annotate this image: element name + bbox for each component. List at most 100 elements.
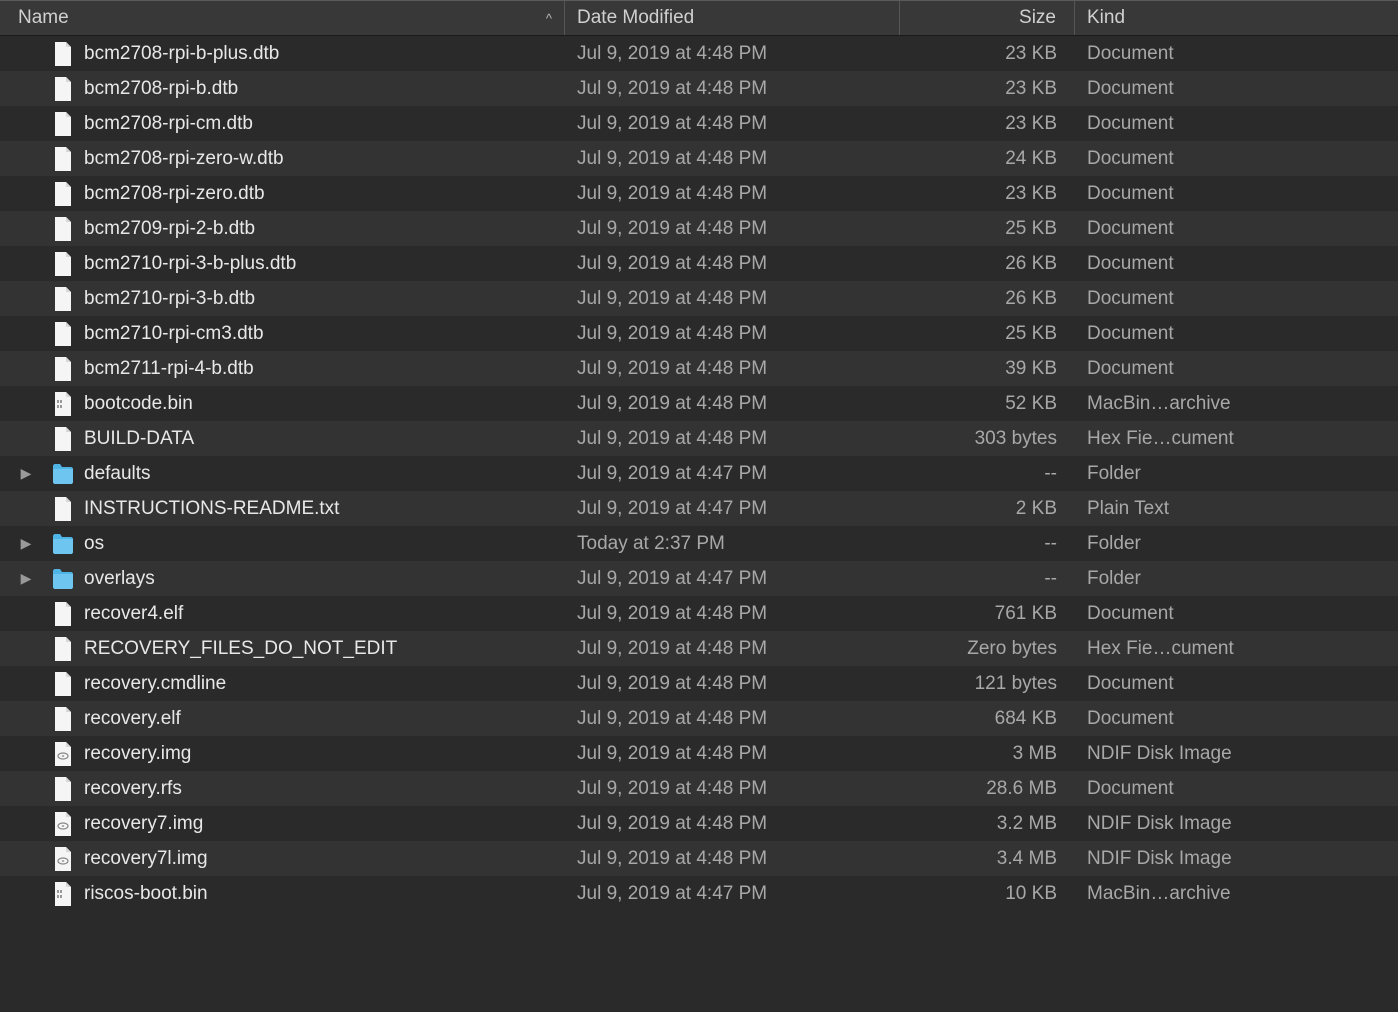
file-name-cell: recovery7.img (0, 806, 565, 841)
file-size-cell: 23 KB (900, 36, 1075, 71)
file-kind: Document (1087, 183, 1174, 205)
column-header-date[interactable]: Date Modified (565, 1, 900, 35)
file-kind-cell: MacBin…archive (1075, 386, 1398, 421)
column-header-size[interactable]: Size (900, 1, 1075, 35)
file-name-cell: INSTRUCTIONS-README.txt (0, 491, 565, 526)
file-row[interactable]: recovery.elfJul 9, 2019 at 4:48 PM684 KB… (0, 701, 1398, 736)
file-row[interactable]: bootcode.binJul 9, 2019 at 4:48 PM52 KBM… (0, 386, 1398, 421)
file-date-cell: Jul 9, 2019 at 4:48 PM (565, 211, 900, 246)
file-kind-cell: Document (1075, 141, 1398, 176)
file-date: Jul 9, 2019 at 4:48 PM (577, 813, 767, 835)
file-row[interactable]: bcm2708-rpi-cm.dtbJul 9, 2019 at 4:48 PM… (0, 106, 1398, 141)
file-kind: Document (1087, 113, 1174, 135)
file-icon (52, 496, 74, 522)
file-row[interactable]: recovery.rfsJul 9, 2019 at 4:48 PM28.6 M… (0, 771, 1398, 806)
file-name: bcm2710-rpi-3-b-plus.dtb (84, 253, 296, 275)
file-kind: Document (1087, 43, 1174, 65)
file-row[interactable]: ▶osToday at 2:37 PM--Folder (0, 526, 1398, 561)
file-row[interactable]: bcm2709-rpi-2-b.dtbJul 9, 2019 at 4:48 P… (0, 211, 1398, 246)
file-size: 25 KB (1005, 218, 1057, 240)
file-date-cell: Jul 9, 2019 at 4:48 PM (565, 281, 900, 316)
file-row[interactable]: riscos-boot.binJul 9, 2019 at 4:47 PM10 … (0, 876, 1398, 911)
file-row[interactable]: bcm2708-rpi-zero-w.dtbJul 9, 2019 at 4:4… (0, 141, 1398, 176)
column-header-label: Size (1019, 7, 1056, 29)
file-icon (52, 811, 74, 837)
file-row[interactable]: recover4.elfJul 9, 2019 at 4:48 PM761 KB… (0, 596, 1398, 631)
column-header-row: Name ^ Date Modified Size Kind (0, 0, 1398, 36)
file-date: Jul 9, 2019 at 4:48 PM (577, 393, 767, 415)
column-header-name[interactable]: Name ^ (0, 1, 565, 35)
file-row[interactable]: bcm2710-rpi-3-b-plus.dtbJul 9, 2019 at 4… (0, 246, 1398, 281)
file-icon (52, 251, 74, 277)
file-kind-cell: Plain Text (1075, 491, 1398, 526)
file-date-cell: Jul 9, 2019 at 4:47 PM (565, 561, 900, 596)
file-kind: MacBin…archive (1087, 883, 1231, 905)
disclosure-triangle-icon[interactable]: ▶ (12, 570, 40, 587)
file-kind: Document (1087, 358, 1174, 380)
disclosure-triangle-icon[interactable]: ▶ (12, 465, 40, 482)
file-size-cell: 23 KB (900, 176, 1075, 211)
file-size-cell: 26 KB (900, 246, 1075, 281)
file-icon (52, 706, 74, 732)
file-kind: Folder (1087, 533, 1141, 555)
file-size-cell: 25 KB (900, 316, 1075, 351)
file-kind-cell: Document (1075, 666, 1398, 701)
file-icon (52, 356, 74, 382)
file-date-cell: Jul 9, 2019 at 4:48 PM (565, 106, 900, 141)
file-row[interactable]: recovery7.img Jul 9, 2019 at 4:48 PM 3.2 M… (0, 806, 1398, 841)
file-name: INSTRUCTIONS-README.txt (84, 498, 339, 520)
file-kind-cell: Folder (1075, 526, 1398, 561)
file-size: 23 KB (1005, 113, 1057, 135)
file-size-cell: 761 KB (900, 596, 1075, 631)
file-icon (52, 391, 74, 417)
file-date-cell: Jul 9, 2019 at 4:48 PM (565, 386, 900, 421)
file-row[interactable]: recovery7l.imgJul 9, 2019 at 4:48 PM3.4 … (0, 841, 1398, 876)
file-kind: Document (1087, 148, 1174, 170)
file-row[interactable]: bcm2710-rpi-3-b.dtbJul 9, 2019 at 4:48 P… (0, 281, 1398, 316)
file-size-cell: 39 KB (900, 351, 1075, 386)
column-header-label: Kind (1087, 7, 1125, 29)
file-row[interactable]: INSTRUCTIONS-README.txtJul 9, 2019 at 4:… (0, 491, 1398, 526)
file-row[interactable]: bcm2710-rpi-cm3.dtbJul 9, 2019 at 4:48 P… (0, 316, 1398, 351)
file-name-cell: bcm2708-rpi-zero.dtb (0, 176, 565, 211)
file-icon (52, 426, 74, 452)
file-size: 121 bytes (975, 673, 1057, 695)
column-header-kind[interactable]: Kind (1075, 1, 1398, 35)
file-kind-cell: Document (1075, 771, 1398, 806)
file-icon (52, 846, 74, 872)
file-row[interactable]: recovery.imgJul 9, 2019 at 4:48 PM3 MBND… (0, 736, 1398, 771)
file-size-cell: 23 KB (900, 71, 1075, 106)
file-row[interactable]: ▶defaultsJul 9, 2019 at 4:47 PM--Folder (0, 456, 1398, 491)
file-date: Jul 9, 2019 at 4:48 PM (577, 323, 767, 345)
file-name: recovery7.img (84, 813, 203, 835)
file-date: Jul 9, 2019 at 4:48 PM (577, 218, 767, 240)
file-kind-cell: MacBin…archive (1075, 876, 1398, 911)
disclosure-triangle-icon[interactable]: ▶ (12, 535, 40, 552)
file-date: Jul 9, 2019 at 4:48 PM (577, 43, 767, 65)
file-icon (52, 146, 74, 172)
file-row[interactable]: RECOVERY_FILES_DO_NOT_EDITJul 9, 2019 at… (0, 631, 1398, 666)
column-header-label: Date Modified (577, 7, 694, 29)
file-size-cell: 3.4 MB (900, 841, 1075, 876)
file-name: overlays (84, 568, 155, 590)
file-name-cell: recovery.img (0, 736, 565, 771)
file-name-cell: bcm2710-rpi-3-b-plus.dtb (0, 246, 565, 281)
file-date-cell: Jul 9, 2019 at 4:48 PM (565, 666, 900, 701)
file-date-cell: Jul 9, 2019 at 4:47 PM (565, 456, 900, 491)
file-name-cell: RECOVERY_FILES_DO_NOT_EDIT (0, 631, 565, 666)
file-list: bcm2708-rpi-b-plus.dtbJul 9, 2019 at 4:4… (0, 36, 1398, 911)
file-size: 3.2 MB (997, 813, 1057, 835)
folder-icon (52, 531, 74, 557)
file-row[interactable]: bcm2711-rpi-4-b.dtbJul 9, 2019 at 4:48 P… (0, 351, 1398, 386)
file-row[interactable]: bcm2708-rpi-b-plus.dtbJul 9, 2019 at 4:4… (0, 36, 1398, 71)
file-row[interactable]: bcm2708-rpi-b.dtbJul 9, 2019 at 4:48 PM2… (0, 71, 1398, 106)
file-size: 761 KB (995, 603, 1057, 625)
file-size: 10 KB (1005, 883, 1057, 905)
file-row[interactable]: BUILD-DATAJul 9, 2019 at 4:48 PM303 byte… (0, 421, 1398, 456)
folder-icon (52, 461, 74, 487)
file-date-cell: Today at 2:37 PM (565, 526, 900, 561)
file-row[interactable]: recovery.cmdlineJul 9, 2019 at 4:48 PM12… (0, 666, 1398, 701)
file-row[interactable]: bcm2708-rpi-zero.dtbJul 9, 2019 at 4:48 … (0, 176, 1398, 211)
file-kind: MacBin…archive (1087, 393, 1231, 415)
file-row[interactable]: ▶overlaysJul 9, 2019 at 4:47 PM--Folder (0, 561, 1398, 596)
